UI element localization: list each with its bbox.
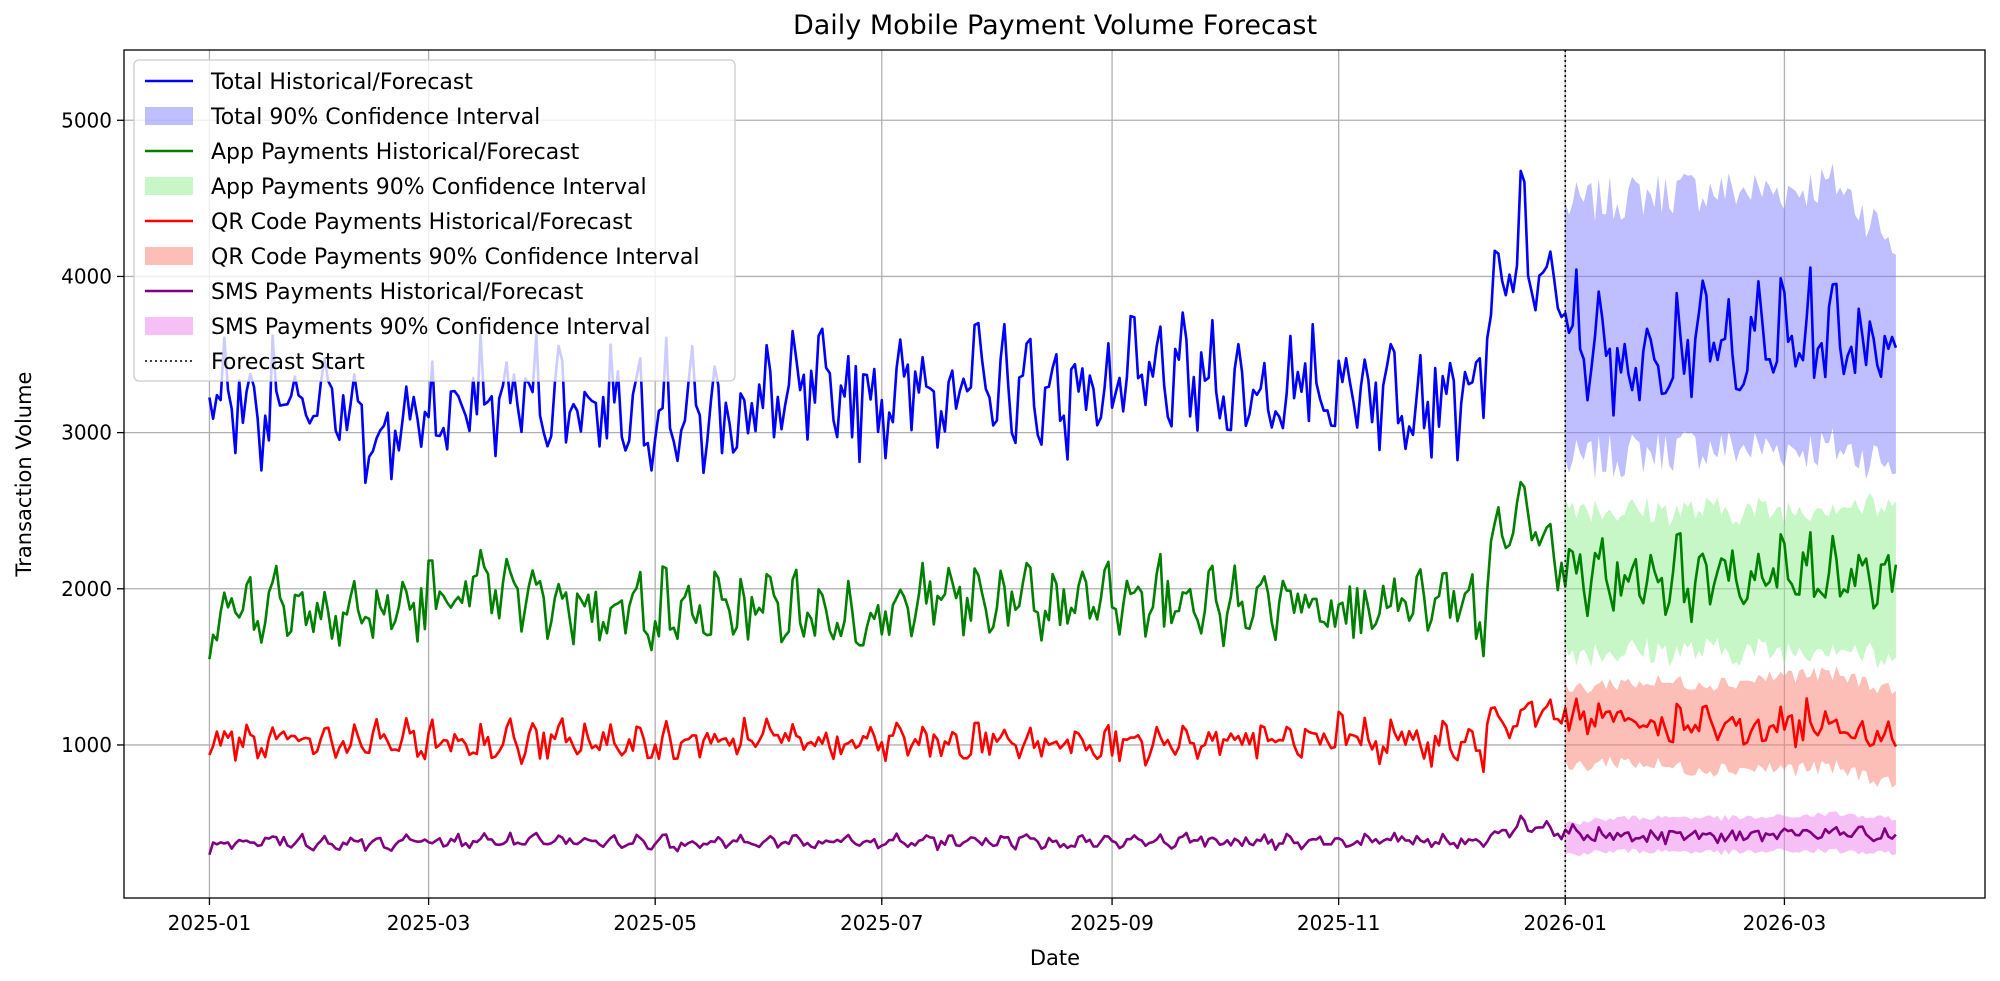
y-axis-label: Transaction Volume <box>12 372 36 578</box>
x-tick-label: 2025-01 <box>168 911 252 935</box>
x-tick-label: 2026-01 <box>1523 911 1607 935</box>
chart-title: Daily Mobile Payment Volume Forecast <box>793 10 1317 41</box>
legend-band-swatch <box>145 177 193 195</box>
legend-label: SMS Payments 90% Confidence Interval <box>211 315 651 340</box>
legend-band-swatch <box>145 107 193 125</box>
legend-label: QR Code Payments Historical/Forecast <box>211 210 633 235</box>
legend-label: App Payments Historical/Forecast <box>211 140 580 165</box>
x-tick-label: 2025-11 <box>1297 911 1381 935</box>
legend-band-swatch <box>145 317 193 335</box>
y-tick-label: 2000 <box>61 577 112 601</box>
x-tick-label: 2025-05 <box>613 911 697 935</box>
x-tick-label: 2026-03 <box>1743 911 1827 935</box>
x-tick-label: 2025-09 <box>1070 911 1154 935</box>
forecast-chart: Daily Mobile Payment Volume Forecast 202… <box>0 0 2000 981</box>
legend-label: QR Code Payments 90% Confidence Interval <box>211 245 700 270</box>
y-tick-label: 4000 <box>61 264 112 288</box>
legend: Total Historical/Forecast Total 90% Confi… <box>133 59 736 382</box>
legend-label: SMS Payments Historical/Forecast <box>211 280 584 305</box>
x-axis-label: Date <box>1030 946 1080 970</box>
legend-label: Total 90% Confidence Interval <box>210 105 540 130</box>
legend-label: Forecast Start <box>211 350 365 375</box>
legend-band-swatch <box>145 247 193 265</box>
y-tick-label: 3000 <box>61 421 112 445</box>
legend-label: App Payments 90% Confidence Interval <box>211 175 647 200</box>
x-tick-label: 2025-03 <box>387 911 471 935</box>
y-tick-label: 5000 <box>61 108 112 132</box>
legend-label: Total Historical/Forecast <box>210 70 473 95</box>
x-tick-label: 2025-07 <box>840 911 924 935</box>
y-tick-label: 1000 <box>61 733 112 757</box>
